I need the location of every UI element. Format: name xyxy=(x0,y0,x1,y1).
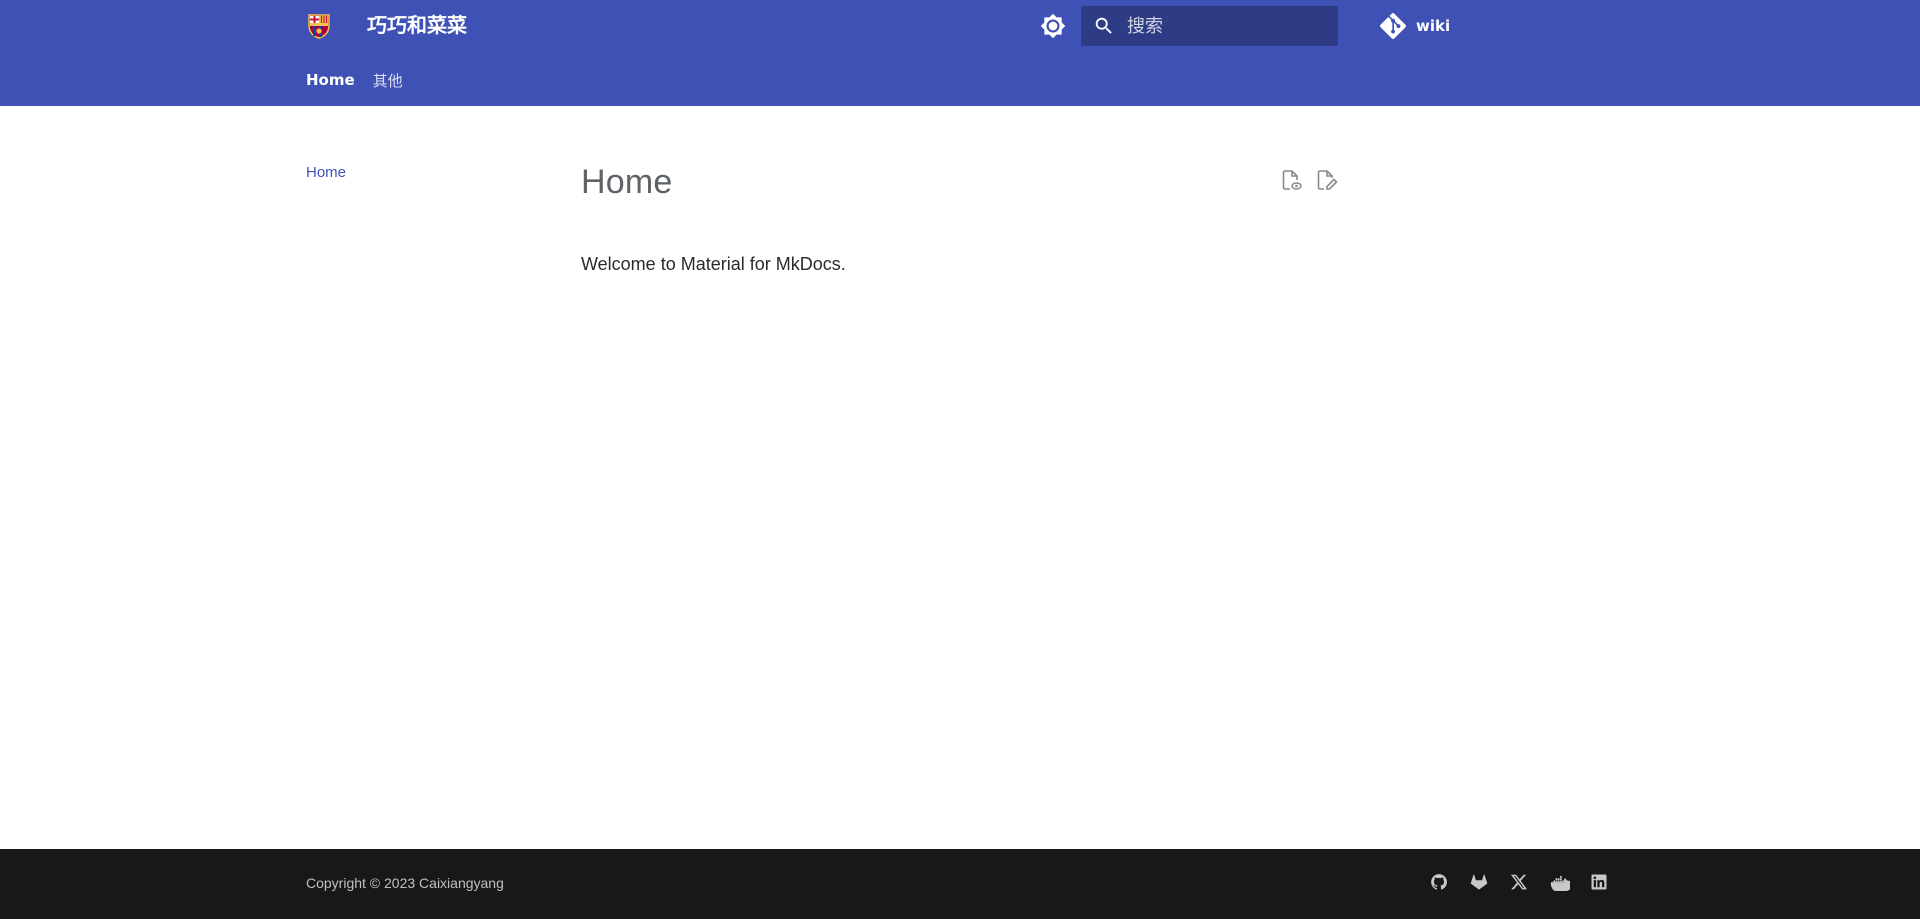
edit-page-icon xyxy=(1317,170,1338,190)
brightness-icon xyxy=(1040,13,1066,39)
tab-home[interactable]: Home xyxy=(306,71,355,89)
linkedin-icon xyxy=(1591,874,1607,890)
repo-link[interactable]: wiki xyxy=(1380,12,1450,40)
theme-toggle-button[interactable] xyxy=(1040,13,1066,39)
content-actions xyxy=(1268,168,1338,192)
search-input[interactable] xyxy=(1127,6,1327,46)
x-twitter-icon xyxy=(1510,874,1528,890)
docker-link[interactable] xyxy=(1550,873,1570,893)
page-title: Home xyxy=(581,163,673,201)
x-twitter-link[interactable] xyxy=(1510,873,1530,893)
tab-other[interactable]: 其他 xyxy=(373,70,403,91)
site-title[interactable]: 巧巧和菜菜 xyxy=(367,13,467,39)
view-source-button[interactable] xyxy=(1279,168,1303,192)
edit-page-button[interactable] xyxy=(1314,168,1338,192)
social-links xyxy=(1430,873,1630,893)
header-tabs: Home 其他 xyxy=(306,60,421,100)
sidebar-nav: Home xyxy=(306,164,346,182)
site-logo-link[interactable] xyxy=(307,13,331,39)
page: 巧巧和菜菜 wiki Home 其 xyxy=(0,0,1920,919)
docker-icon xyxy=(1550,876,1570,891)
git-icon xyxy=(1380,13,1406,39)
search-box[interactable] xyxy=(1081,6,1338,46)
sidebar-item-home[interactable]: Home xyxy=(306,164,346,181)
repo-name: wiki xyxy=(1416,17,1451,35)
github-icon xyxy=(1431,874,1447,890)
view-source-icon xyxy=(1282,170,1302,190)
github-link[interactable] xyxy=(1430,873,1450,893)
content-body: Welcome to Material for MkDocs. xyxy=(581,254,846,274)
header-top-bar: 巧巧和菜菜 wiki xyxy=(0,0,1920,52)
search-icon xyxy=(1095,17,1112,34)
site-footer: Copyright © 2023 Caixiangyang xyxy=(0,849,1920,919)
gitlab-icon xyxy=(1470,874,1488,890)
main-content: Home Welcome to Material for MkDocs. xyxy=(581,150,1338,274)
site-header: 巧巧和菜菜 wiki Home 其 xyxy=(0,0,1920,106)
linkedin-link[interactable] xyxy=(1590,873,1610,893)
gitlab-link[interactable] xyxy=(1470,873,1490,893)
copyright-text: Copyright © 2023 Caixiangyang xyxy=(306,875,504,891)
fc-barcelona-crest-icon xyxy=(308,14,330,39)
